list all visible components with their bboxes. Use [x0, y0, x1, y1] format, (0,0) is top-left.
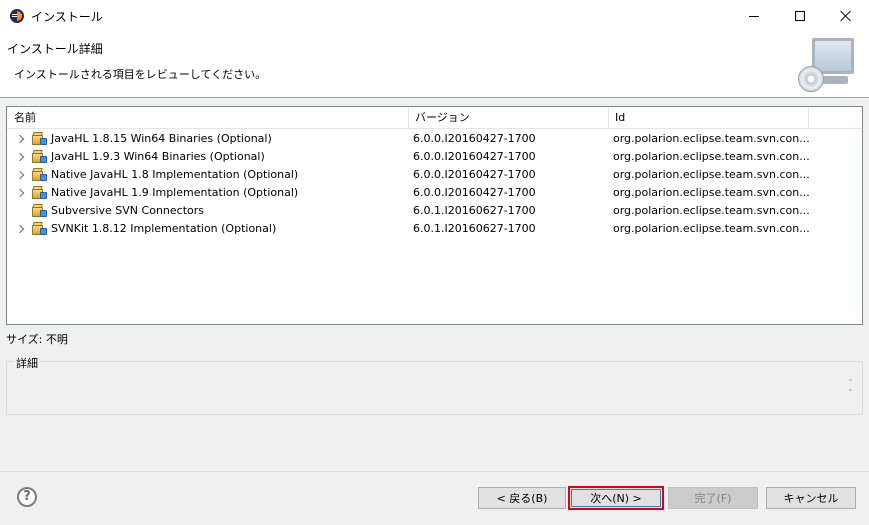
row-version: 6.0.0.I20160427-1700: [413, 132, 536, 145]
column-header-version[interactable]: バージョン: [408, 107, 608, 129]
install-items-tree[interactable]: 名前 バージョン Id JavaHL 1.8.15 Win64 Binaries…: [6, 106, 863, 325]
page-title: インストール詳細: [7, 42, 103, 56]
row-name: SVNKit 1.8.12 Implementation (Optional): [51, 222, 277, 235]
maximize-icon: [795, 11, 805, 21]
row-version: 6.0.0.I20160427-1700: [413, 150, 536, 163]
chevron-right-icon[interactable]: [16, 152, 26, 162]
row-version: 6.0.1.I20160627-1700: [413, 222, 536, 235]
next-button[interactable]: 次へ(N) >: [568, 486, 664, 510]
cancel-button[interactable]: キャンセル: [766, 487, 856, 509]
feature-icon: [32, 204, 47, 218]
feature-icon: [32, 132, 47, 146]
table-row[interactable]: JavaHL 1.8.15 Win64 Binaries (Optional) …: [7, 130, 862, 148]
row-name: Native JavaHL 1.9 Implementation (Option…: [51, 186, 299, 199]
feature-icon: [32, 222, 47, 236]
column-header-id[interactable]: Id: [608, 107, 808, 129]
table-row[interactable]: Native JavaHL 1.8 Implementation (Option…: [7, 166, 862, 184]
row-version: 6.0.0.I20160427-1700: [413, 186, 536, 199]
scroll-arrows-icon[interactable]: ⌃ ⌄: [847, 379, 854, 393]
chevron-right-icon[interactable]: [16, 170, 26, 180]
row-id: org.polarion.eclipse.team.svn.con...: [613, 186, 810, 199]
details-group: [6, 361, 863, 415]
table-row[interactable]: Native JavaHL 1.9 Implementation (Option…: [7, 184, 862, 202]
row-id: org.polarion.eclipse.team.svn.con...: [613, 204, 810, 217]
table-row[interactable]: Subversive SVN Connectors 6.0.1.I2016062…: [7, 202, 862, 220]
minimize-icon: [749, 15, 759, 17]
size-label: サイズ: 不明: [6, 333, 68, 346]
row-id: org.polarion.eclipse.team.svn.con...: [613, 132, 810, 145]
table-row[interactable]: JavaHL 1.9.3 Win64 Binaries (Optional) 6…: [7, 148, 862, 166]
chevron-right-icon[interactable]: [16, 188, 26, 198]
chevron-right-icon[interactable]: [16, 224, 26, 234]
table-header: 名前 バージョン Id: [7, 107, 862, 129]
column-header-name[interactable]: 名前: [7, 107, 408, 129]
window-title: インストール: [31, 10, 103, 24]
row-name: Subversive SVN Connectors: [51, 204, 204, 217]
row-id: org.polarion.eclipse.team.svn.con...: [613, 150, 810, 163]
row-version: 6.0.1.I20160627-1700: [413, 204, 536, 217]
eclipse-icon: [10, 9, 24, 23]
feature-icon: [32, 186, 47, 200]
wizard-header: インストール詳細 インストールされる項目をレビューしてください。: [0, 32, 869, 98]
wizard-body: 名前 バージョン Id JavaHL 1.8.15 Win64 Binaries…: [0, 98, 869, 525]
install-monitor-icon: [796, 38, 856, 94]
row-name: Native JavaHL 1.8 Implementation (Option…: [51, 168, 299, 181]
close-icon: [840, 10, 852, 22]
maximize-button[interactable]: [777, 0, 823, 32]
row-name: JavaHL 1.9.3 Win64 Binaries (Optional): [51, 150, 265, 163]
page-description: インストールされる項目をレビューしてください。: [14, 68, 267, 81]
table-row[interactable]: SVNKit 1.8.12 Implementation (Optional) …: [7, 220, 862, 238]
minimize-button[interactable]: [731, 0, 777, 32]
footer-separator: [0, 471, 869, 472]
feature-icon: [32, 168, 47, 182]
chevron-right-icon[interactable]: [16, 134, 26, 144]
row-id: org.polarion.eclipse.team.svn.con...: [613, 222, 810, 235]
title-bar: インストール: [0, 0, 869, 32]
row-id: org.polarion.eclipse.team.svn.con...: [613, 168, 810, 181]
details-legend: 詳細: [14, 355, 40, 371]
feature-icon: [32, 150, 47, 164]
finish-button[interactable]: 完了(F): [668, 487, 758, 509]
back-button[interactable]: < 戻る(B): [478, 487, 566, 509]
close-button[interactable]: [823, 0, 869, 32]
row-version: 6.0.0.I20160427-1700: [413, 168, 536, 181]
row-name: JavaHL 1.8.15 Win64 Binaries (Optional): [51, 132, 272, 145]
help-icon[interactable]: ?: [17, 487, 37, 507]
